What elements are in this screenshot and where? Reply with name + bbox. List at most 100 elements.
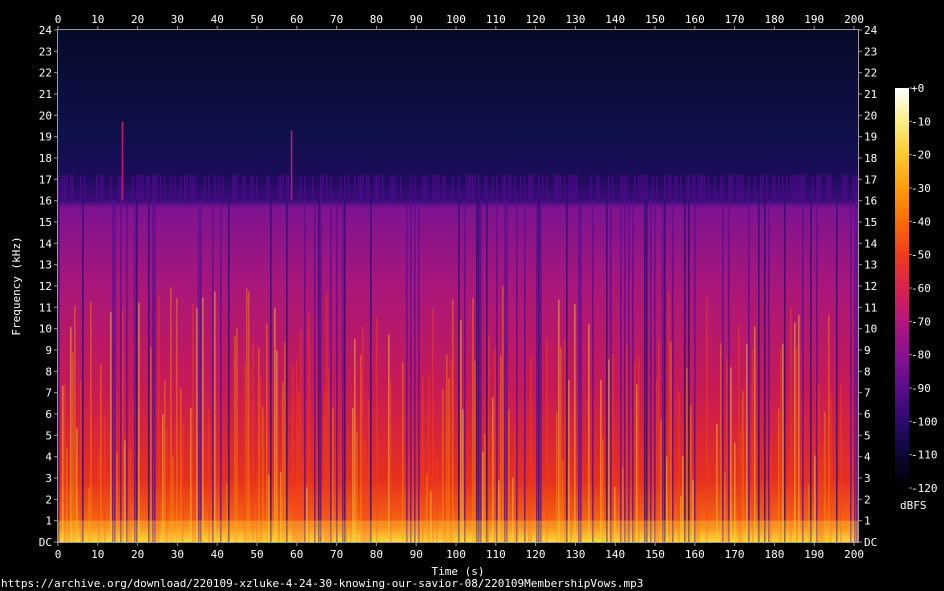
x-tick-label: 30: [171, 548, 184, 561]
colorbar-tick-label: -100: [911, 415, 938, 428]
spectrogram-column: [856, 175, 858, 201]
spike-mark: [290, 130, 293, 201]
spectrogram-column: [786, 175, 788, 201]
spectrogram-column: [304, 175, 306, 201]
spectrogram-column: [370, 200, 372, 542]
spectrogram-column: [740, 175, 742, 201]
spectrogram-column: [390, 381, 392, 542]
spectrogram-column: [506, 200, 508, 542]
spectrogram-column: [802, 200, 804, 542]
spectrogram-column: [100, 175, 102, 201]
spectrogram-column: [644, 200, 646, 542]
spectrogram-column: [114, 200, 116, 542]
spectrogram-column: [554, 175, 556, 201]
spectrogram-column: [504, 175, 506, 201]
spectrogram-column: [742, 390, 744, 542]
spectrogram-column: [680, 175, 682, 201]
y-tick-label: 14: [39, 237, 53, 250]
x-tick-label: 0: [55, 13, 62, 26]
spectrogram-column: [732, 175, 734, 201]
spectrogram-column: [256, 175, 258, 201]
x-tick-label: 190: [804, 548, 824, 561]
spectrogram-column: [728, 175, 730, 201]
spectrogram-column: [192, 175, 194, 201]
spectrogram-column: [160, 175, 162, 201]
spectrogram-column: [782, 175, 784, 201]
colorbar-tick-label: -20: [911, 149, 931, 162]
y-tick-label: 20: [864, 109, 877, 122]
spectrogram-column: [102, 175, 104, 201]
spectrogram-column: [638, 175, 640, 201]
spectrogram-column: [524, 175, 526, 201]
spectrogram-column: [322, 175, 324, 201]
spectrogram-column: [326, 293, 328, 542]
x-tick-label: 90: [410, 548, 423, 561]
y-tick-label: 7: [45, 387, 52, 400]
spectrogram-column: [626, 175, 628, 201]
x-tick-label: 150: [645, 13, 665, 26]
spectrogram-column: [200, 200, 202, 542]
spectrogram-column: [148, 200, 150, 542]
spectrogram-column: [540, 200, 542, 542]
spectrogram-column: [668, 292, 670, 542]
spectrogram-column: [636, 384, 638, 542]
y-tick-label: 8: [864, 365, 871, 378]
spectrogram-column: [588, 324, 590, 542]
y-tick-label: 19: [864, 131, 877, 144]
spectrogram-column: [432, 175, 434, 201]
spectrogram-column: [204, 175, 206, 201]
spectrogram-column: [670, 342, 672, 542]
spectrogram-column: [260, 379, 262, 542]
x-tick-label: 180: [764, 13, 784, 26]
spectrogram-column: [564, 339, 566, 542]
spectrogram-column: [488, 335, 490, 542]
spectrogram-column: [344, 175, 346, 201]
spectrogram-column: [376, 317, 378, 542]
spectrogram-column: [790, 175, 792, 201]
spectrogram-column: [142, 175, 144, 201]
spectrogram-column: [148, 175, 150, 201]
x-tick-label: 50: [250, 13, 263, 26]
colorbar-tick-label: -70: [911, 315, 931, 328]
spectrogram-column: [232, 175, 234, 201]
spectrogram-column: [418, 200, 420, 542]
spike-mark: [121, 121, 124, 201]
spectrogram-column: [214, 291, 216, 542]
spectrogram-column: [424, 175, 426, 201]
y-tick-label: 11: [864, 301, 877, 314]
y-tick-label: 12: [39, 280, 52, 293]
spectrogram-column: [308, 313, 310, 542]
x-tick-label: 200: [844, 13, 864, 26]
colorbar-tick-label: -120: [911, 482, 938, 495]
spectrogram-column: [186, 175, 188, 201]
y-tick-label: 10: [39, 323, 52, 336]
y-tick-label: 23: [39, 45, 52, 58]
spectrogram-column: [674, 175, 676, 201]
y-tick-label: 16: [864, 195, 877, 208]
spectrogram-column: [180, 388, 182, 542]
spectrogram-column: [152, 200, 154, 542]
spectrogram-column: [328, 370, 330, 542]
spectrogram-column: [532, 175, 534, 201]
spectrogram-column: [842, 175, 844, 201]
x-tick-label: 40: [211, 13, 224, 26]
spectrogram-column: [738, 324, 740, 542]
y-tick-label: 1: [864, 515, 871, 528]
spectrogram-column: [570, 175, 572, 201]
spectrogram-column: [422, 376, 424, 542]
y-tick-label: 4: [864, 451, 871, 464]
spectrogram-column: [96, 175, 98, 201]
spectrogram-column: [244, 364, 246, 542]
spectrogram-column: [702, 175, 704, 201]
spectrogram-column: [730, 367, 732, 542]
spectrogram-column: [606, 200, 608, 542]
spectrogram-column: [840, 384, 842, 542]
spectrogram-column: [856, 200, 858, 542]
spectrogram-column: [760, 175, 762, 201]
spectrogram-column: [208, 175, 210, 201]
spectrogram-column: [846, 175, 848, 201]
spectrogram-column: [320, 175, 322, 201]
y-tick-label: 14: [864, 237, 878, 250]
spectrogram-column: [656, 175, 658, 201]
x-tick-label: 30: [171, 13, 184, 26]
